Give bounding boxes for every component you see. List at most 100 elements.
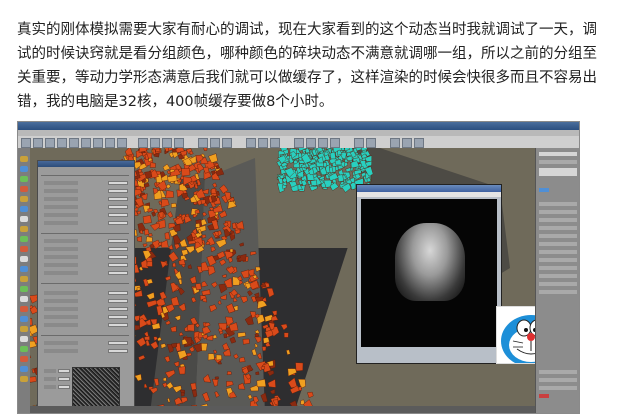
param-row[interactable] <box>44 239 128 244</box>
fragment <box>30 376 37 383</box>
fragment <box>215 165 221 170</box>
panel-icon[interactable] <box>539 394 549 398</box>
fragment <box>256 379 267 388</box>
fragment <box>178 366 186 375</box>
param-row[interactable] <box>44 255 128 260</box>
fragment <box>195 223 201 228</box>
fragment <box>30 318 33 326</box>
fragment <box>161 198 170 208</box>
panel-row[interactable] <box>539 242 577 246</box>
fracture-settings-panel[interactable] <box>37 160 135 412</box>
fragment <box>187 323 195 332</box>
fragment <box>255 266 261 272</box>
param-row[interactable] <box>44 341 128 346</box>
fragment <box>255 371 260 375</box>
smoke-render <box>395 223 465 301</box>
tool-icon <box>20 376 28 382</box>
panel-row[interactable] <box>539 282 577 286</box>
param-row[interactable] <box>44 323 128 328</box>
panel-row[interactable] <box>539 370 577 374</box>
fragment <box>133 289 143 298</box>
tool-icon <box>20 316 28 322</box>
fragment <box>295 362 304 372</box>
panel-row[interactable] <box>539 386 577 390</box>
fragment <box>257 300 268 310</box>
fragment <box>337 165 344 170</box>
panel-row[interactable] <box>539 266 577 270</box>
param-row[interactable] <box>44 377 70 382</box>
tool-icon <box>20 196 28 202</box>
panel-tab[interactable] <box>539 152 577 156</box>
param-row[interactable] <box>44 263 128 268</box>
toolbar-icon <box>81 138 91 148</box>
tool-icon <box>20 166 28 172</box>
toolbar-icon <box>330 138 340 148</box>
toolbar-icon <box>93 138 103 148</box>
panel-row[interactable] <box>539 274 577 278</box>
render-frame-window[interactable] <box>356 184 502 364</box>
fragment <box>267 378 276 388</box>
panel-row[interactable] <box>539 290 577 294</box>
panel-row[interactable] <box>539 250 577 254</box>
fragment <box>146 299 158 308</box>
app-titlebar <box>18 122 579 130</box>
panel-field[interactable] <box>539 168 577 176</box>
panel-header <box>38 161 134 167</box>
fragment <box>203 148 208 151</box>
param-row[interactable] <box>44 247 128 252</box>
param-row[interactable] <box>44 315 128 320</box>
panel-row[interactable] <box>539 258 577 262</box>
toolbar-icon <box>57 138 67 148</box>
fragment <box>200 199 206 205</box>
fragment <box>307 391 314 399</box>
toolbar-icon <box>306 138 316 148</box>
param-row[interactable] <box>44 369 70 374</box>
fragment <box>307 180 311 185</box>
fragment <box>226 371 232 376</box>
panel-row[interactable] <box>539 226 577 230</box>
panel-row[interactable] <box>539 218 577 222</box>
param-row[interactable] <box>44 221 128 226</box>
param-row[interactable] <box>44 181 128 186</box>
param-row[interactable] <box>44 271 128 276</box>
fragment <box>30 355 32 359</box>
fragment <box>323 162 328 168</box>
param-row[interactable] <box>44 197 128 202</box>
embedded-screenshot <box>17 121 580 414</box>
panel-icon[interactable] <box>539 188 549 192</box>
command-panel[interactable] <box>535 148 579 413</box>
param-row[interactable] <box>44 307 128 312</box>
param-row[interactable] <box>44 299 128 304</box>
tool-icon <box>20 266 28 272</box>
param-row[interactable] <box>44 291 128 296</box>
fragment <box>167 211 174 218</box>
param-row[interactable] <box>44 189 128 194</box>
param-row[interactable] <box>44 213 128 218</box>
tool-icon <box>20 256 28 262</box>
fragment <box>271 310 278 316</box>
tool-icon <box>20 216 28 222</box>
fragment <box>150 222 160 231</box>
toolbar-icon <box>318 138 328 148</box>
tool-icon <box>20 206 28 212</box>
panel-row[interactable] <box>539 210 577 214</box>
toolbar-icon <box>354 138 364 148</box>
fragment <box>138 354 146 361</box>
fragment <box>150 340 159 350</box>
fragment <box>280 323 288 331</box>
param-row[interactable] <box>44 385 70 390</box>
tool-icon <box>20 286 28 292</box>
panel-row[interactable] <box>539 202 577 206</box>
fragment <box>134 324 141 331</box>
param-row[interactable] <box>44 349 128 354</box>
render-output-image <box>361 199 497 347</box>
fragment <box>189 150 194 156</box>
fragment <box>310 179 318 186</box>
param-row[interactable] <box>44 205 128 210</box>
fragment <box>147 208 154 213</box>
panel-row[interactable] <box>539 378 577 382</box>
toolbar-icon <box>402 138 412 148</box>
panel-row[interactable] <box>539 160 577 164</box>
panel-row[interactable] <box>539 234 577 238</box>
toolbar-icon <box>294 138 304 148</box>
